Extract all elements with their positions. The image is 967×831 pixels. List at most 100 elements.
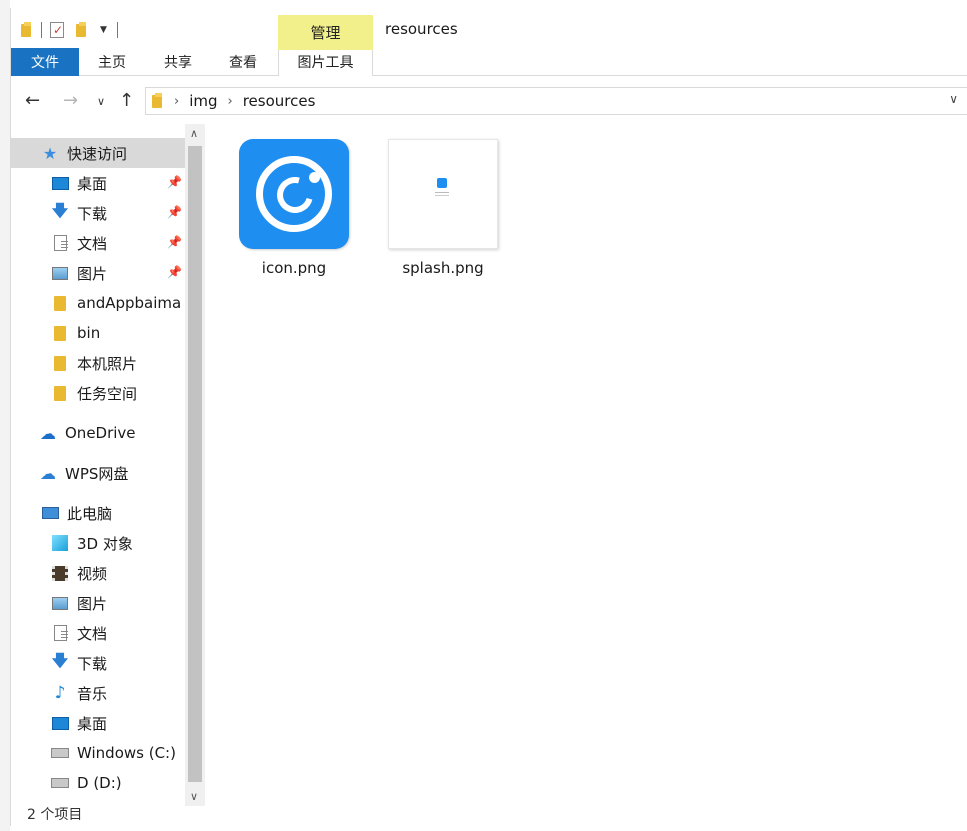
breadcrumb-resources[interactable]: resources [243,92,316,110]
address-dropdown-chevron-icon[interactable]: ∨ [949,92,958,106]
background-window-edge [0,0,10,831]
cloud-icon: ☁ [40,423,56,443]
breadcrumb-separator-icon[interactable]: › [174,94,179,109]
drive-icon [51,778,69,788]
file-explorer-window: ✓ ▼ 管理 resources 文件 主页 共享 查看 图片工具 ← → ∨ … [10,8,967,826]
toolbar-separator [41,22,42,38]
nav-item-label: 文档 [77,234,108,253]
customize-toolbar-dropdown-icon[interactable]: ▼ [100,25,107,35]
nav-item-local-photos[interactable]: 本机照片 [11,348,185,378]
address-bar[interactable]: › img › resources ∨ [145,87,967,115]
tab-file[interactable]: 文件 [11,48,79,76]
wps-cloud-icon: ☁ [40,463,56,483]
nav-item-quick-access[interactable]: ★ 快速访问 [11,138,185,168]
tab-home[interactable]: 主页 [85,48,139,76]
properties-icon[interactable]: ✓ [50,22,64,38]
desktop-icon [51,176,69,190]
back-arrow-icon[interactable]: ← [25,90,40,111]
forward-arrow-icon[interactable]: → [63,90,78,111]
nav-item-label: 图片 [77,264,108,283]
nav-item-onedrive[interactable]: ☁ OneDrive [11,418,185,448]
file-list-view: icon.png splash.png [211,124,967,802]
ribbon-tabs: 文件 主页 共享 查看 图片工具 [11,48,967,76]
nav-item-wps-drive[interactable]: ☁ WPS网盘 [11,458,185,488]
nav-item-documents-pc[interactable]: 文档 [11,618,185,648]
nav-item-pictures-pc[interactable]: 图片 [11,588,185,618]
pin-icon[interactable]: 📌 [167,265,182,279]
drive-icon [51,748,69,758]
nav-item-label: OneDrive [65,424,136,442]
star-icon: ★ [42,143,58,163]
nav-item-label: 桌面 [77,174,108,193]
nav-item-task-space[interactable]: 任务空间 [11,378,185,408]
pin-icon[interactable]: 📌 [167,175,182,189]
folder-icon [54,385,66,401]
nav-item-desktop[interactable]: 桌面 📌 [11,168,185,198]
nav-item-this-pc[interactable]: 此电脑 [11,498,185,528]
nav-item-label: 3D 对象 [77,534,133,553]
folder-icon[interactable] [21,22,33,38]
file-item-icon-png[interactable]: icon.png [219,139,369,277]
manage-contextual-tab[interactable]: 管理 [278,15,373,49]
item-count: 2 个项目 [27,807,83,823]
nav-item-bin[interactable]: bin [11,318,185,348]
nav-item-label: 视频 [77,564,108,583]
nav-item-drive-d[interactable]: D (D:) [11,768,185,798]
desktop-icon [51,716,69,730]
nav-item-andappbaima[interactable]: andAppbaima [11,288,185,318]
folder-icon [54,325,66,341]
folder-icon [152,93,164,109]
nav-item-pictures[interactable]: 图片 📌 [11,258,185,288]
navigation-bar: ← → ∨ ↑ › img › resources ∨ [11,84,967,118]
nav-pane-scrollbar[interactable]: ∧ ∨ [185,124,205,806]
up-arrow-icon[interactable]: ↑ [119,90,134,111]
new-folder-icon[interactable] [76,22,88,38]
nav-item-music[interactable]: ♪ 音乐 [11,678,185,708]
nav-item-label: WPS网盘 [65,464,129,483]
status-bar: 2 个项目 [11,802,967,826]
scroll-thumb[interactable] [188,146,202,782]
scroll-up-chevron-icon[interactable]: ∧ [190,127,198,140]
image-thumbnail [239,139,349,249]
folder-icon [54,295,66,311]
document-icon [53,235,68,251]
nav-item-downloads[interactable]: 🡇 下载 📌 [11,198,185,228]
nav-item-label: andAppbaima [77,294,182,312]
tab-view[interactable]: 查看 [216,48,270,76]
breadcrumb-img[interactable]: img [189,92,217,110]
recent-locations-chevron-icon[interactable]: ∨ [97,95,105,108]
nav-item-label: bin [77,324,101,342]
nav-item-label: 文档 [77,624,108,643]
nav-item-videos[interactable]: 视频 [11,558,185,588]
navigation-pane: ★ 快速访问 桌面 📌 🡇 下载 📌 文档 📌 图片 📌 andAppbaima [11,132,185,802]
breadcrumb-separator-icon[interactable]: › [228,94,233,109]
pin-icon[interactable]: 📌 [167,205,182,219]
video-icon [52,565,68,581]
nav-item-desktop-pc[interactable]: 桌面 [11,708,185,738]
download-icon: 🡇 [51,200,69,220]
nav-item-label: 下载 [77,654,108,673]
nav-item-label: D (D:) [77,774,122,792]
nav-item-label: 快速访问 [67,144,128,163]
nav-item-label: 本机照片 [77,354,138,373]
nav-item-label: 任务空间 [77,384,138,403]
pictures-icon [52,596,68,610]
tab-picture-tools[interactable]: 图片工具 [278,48,373,76]
pin-icon[interactable]: 📌 [167,235,182,249]
nav-item-label: Windows (C:) [77,744,176,762]
file-name: splash.png [402,259,484,277]
quick-access-toolbar: ✓ ▼ [21,20,126,40]
nav-item-3d-objects[interactable]: 3D 对象 [11,528,185,558]
music-icon: ♪ [54,683,66,703]
nav-item-label: 此电脑 [67,504,113,523]
nav-item-label: 桌面 [77,714,108,733]
file-name: icon.png [261,259,327,277]
nav-item-drive-c[interactable]: Windows (C:) [11,738,185,768]
toolbar-separator [116,22,118,38]
nav-item-downloads-pc[interactable]: 🡇 下载 [11,648,185,678]
nav-item-documents[interactable]: 文档 📌 [11,228,185,258]
window-title: resources [385,20,458,38]
tab-share[interactable]: 共享 [151,48,205,76]
file-item-splash-png[interactable]: splash.png [368,139,518,277]
nav-item-label: 图片 [77,594,108,613]
